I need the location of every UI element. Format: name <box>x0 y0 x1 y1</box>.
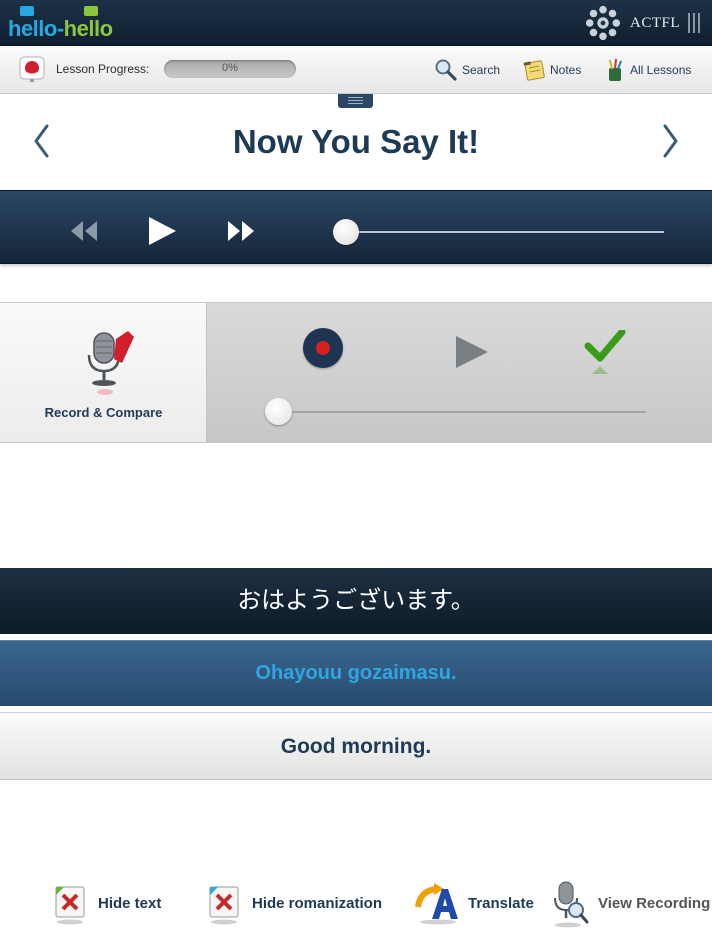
page-title: Now You Say It! <box>232 123 480 160</box>
logo-word-1: hello <box>8 16 57 41</box>
all-lessons-label: All Lessons <box>630 63 692 77</box>
record-dot-icon <box>316 341 330 355</box>
actfl-label: ACTFL <box>629 14 680 31</box>
record-compare-label: Record & Compare <box>44 405 163 420</box>
search-label: Search <box>462 63 501 77</box>
logo-word-2: hello <box>63 16 113 41</box>
lesson-progress-label: Lesson Progress: <box>56 62 150 76</box>
hide-romanization-label: Hide romanization <box>252 894 383 912</box>
romanization-text: Ohayouu gozaimasu. <box>0 640 712 706</box>
rewind-icon[interactable] <box>68 219 100 243</box>
japanese-text: おはようございます。 <box>0 568 712 634</box>
actfl-seal-icon <box>585 5 621 41</box>
hide-romanization-button[interactable]: Hide romanization <box>206 876 382 930</box>
translate-label: Translate <box>468 894 534 912</box>
lesson-toolbar: Lesson Progress: 0% Search Notes All Les… <box>0 46 712 94</box>
notes-icon <box>523 60 545 81</box>
view-recording-label: View Recording <box>598 894 711 912</box>
actfl-bars-icon <box>688 13 700 33</box>
english-translation: Good morning. <box>0 712 712 780</box>
actfl-badge: ACTFL <box>584 4 700 42</box>
title-row: Now You Say It! <box>0 95 712 190</box>
drawer-handle[interactable] <box>338 94 373 108</box>
japan-flag-icon <box>19 56 45 82</box>
fast-forward-icon[interactable] <box>225 219 257 243</box>
notes-label: Notes <box>550 63 582 77</box>
view-recording-icon <box>554 881 589 928</box>
notes-button[interactable]: Notes <box>522 56 581 84</box>
pencil-cup-icon <box>609 58 622 81</box>
microphone-icon <box>87 331 134 395</box>
play-recording-icon[interactable] <box>454 334 490 370</box>
compare-checkmark-icon[interactable] <box>584 330 626 380</box>
recording-scrub-knob[interactable] <box>265 398 292 425</box>
player-scrub-track[interactable] <box>346 231 664 233</box>
record-compare-tab[interactable]: Record & Compare <box>0 303 207 442</box>
hide-romanization-icon <box>209 886 239 925</box>
next-arrow-icon[interactable] <box>658 123 682 159</box>
hide-text-icon <box>55 886 85 925</box>
play-icon[interactable] <box>146 216 178 246</box>
app-root: hello-hello ACTFL Lesson Progress: 0% Se… <box>0 0 712 950</box>
top-header: hello-hello ACTFL <box>0 0 712 46</box>
recording-scrub-track[interactable] <box>278 411 646 413</box>
all-lessons-button[interactable]: All Lessons <box>602 56 691 84</box>
translate-icon <box>415 883 458 925</box>
view-recording-button[interactable]: View Recording <box>550 876 710 930</box>
hide-text-label: Hide text <box>98 894 162 912</box>
search-button[interactable]: Search <box>434 56 500 84</box>
audio-player <box>0 190 712 264</box>
translate-button[interactable]: Translate <box>414 876 534 930</box>
hide-text-button[interactable]: Hide text <box>52 876 161 930</box>
lesson-progress-percent: 0% <box>222 62 238 74</box>
player-scrub-knob[interactable] <box>333 219 359 245</box>
search-icon <box>435 59 457 81</box>
record-button[interactable] <box>303 328 343 368</box>
lesson-progress-bar: 0% <box>164 60 296 78</box>
